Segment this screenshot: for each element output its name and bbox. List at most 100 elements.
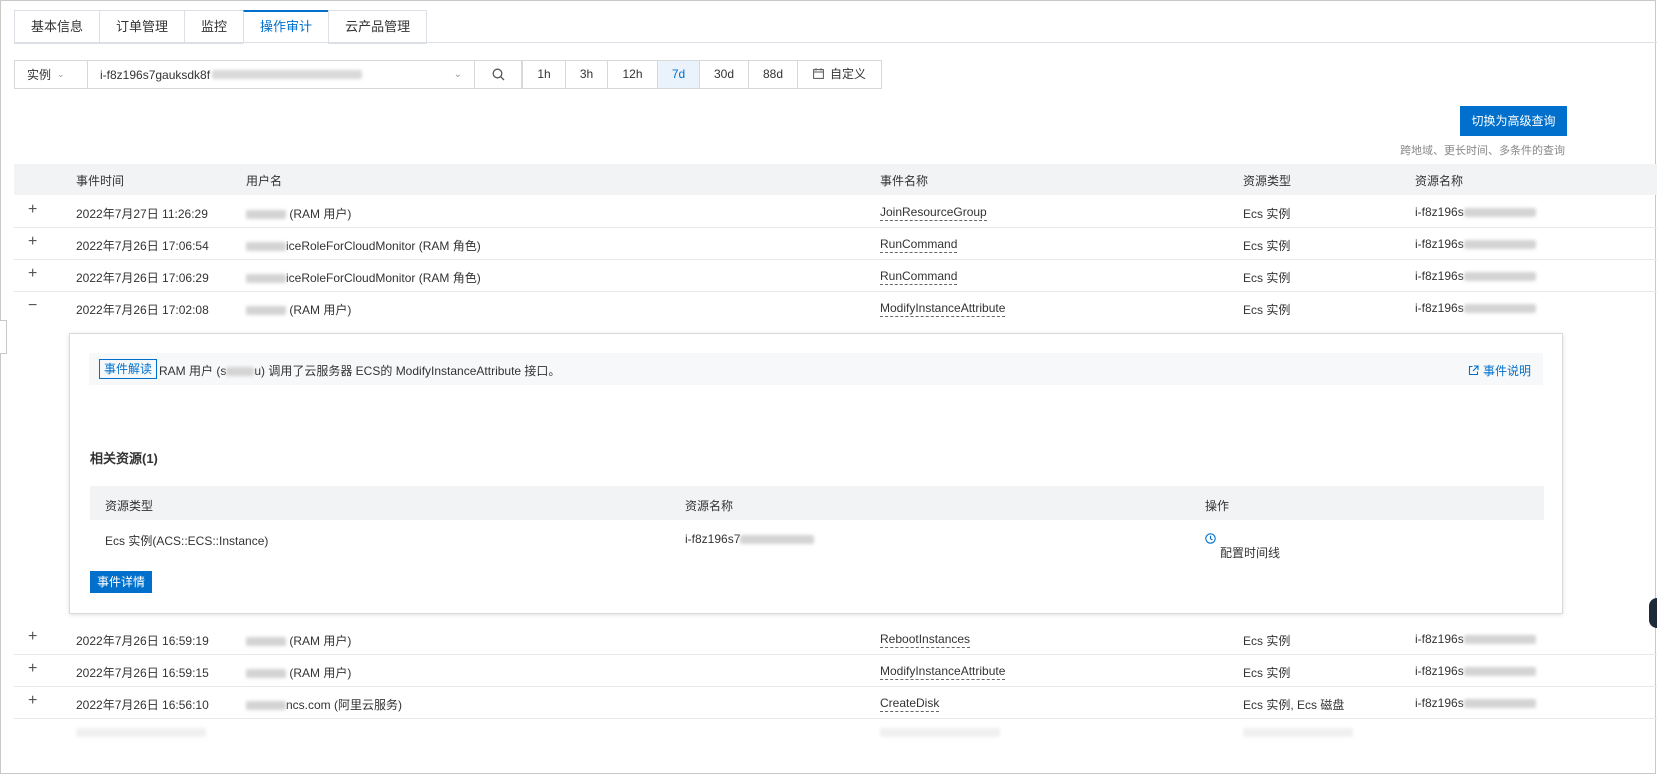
event-name-link[interactable]: ModifyInstanceAttribute	[880, 664, 1006, 680]
side-handle[interactable]	[0, 320, 7, 354]
event-name-link[interactable]: RunCommand	[880, 237, 958, 253]
advanced-query-hint: 跨地域、更长时间、多条件的查询	[1400, 145, 1565, 157]
event-explain-label: 事件说明	[1482, 364, 1531, 378]
expand-icon[interactable]: +	[28, 692, 37, 710]
tab-cloud-product-management[interactable]: 云产品管理	[328, 10, 428, 44]
resource-name: i-f8z196s	[1415, 632, 1464, 646]
username-cell: ncs.com (阿里云服务)	[246, 696, 402, 713]
related-resources-header: 资源类型 资源名称 操作	[90, 486, 1544, 520]
resource-name: i-f8z196s	[1415, 696, 1464, 710]
range-88d[interactable]: 88d	[748, 60, 797, 89]
event-explain-link[interactable]: 事件说明	[1468, 362, 1531, 379]
search-button[interactable]	[475, 60, 522, 89]
event-time: 2022年7月26日 16:59:15	[76, 666, 209, 680]
expand-icon[interactable]: +	[28, 628, 37, 646]
tab-operation-audit[interactable]: 操作审计	[243, 10, 329, 44]
table-row[interactable]: + 2022年7月26日 17:06:54 iceRoleForCloudMon…	[14, 228, 1657, 260]
resource-name-cell: i-f8z196s	[1415, 205, 1536, 219]
tab-order-management[interactable]: 订单管理	[99, 10, 185, 44]
redacted-text	[246, 242, 286, 252]
resource-type: Ecs 实例	[1243, 271, 1291, 285]
search-bar: 实例 ⌄ i-f8z196s7gauksdk8f ⌄	[14, 60, 522, 89]
collapse-icon[interactable]: −	[28, 297, 37, 315]
username-cell: (RAM 用户)	[246, 632, 351, 649]
redacted-text	[246, 306, 286, 316]
expand-icon[interactable]: +	[28, 660, 37, 678]
event-name-link[interactable]: RunCommand	[880, 269, 958, 285]
resource-name: i-f8z196s	[1415, 205, 1464, 219]
config-timeline-link[interactable]: 配置时间线	[1205, 532, 1280, 560]
range-custom[interactable]: 自定义	[797, 60, 882, 89]
related-resource-type: Ecs 实例(ACS::ECS::Instance)	[105, 534, 269, 548]
table-row-partial	[14, 719, 1657, 739]
related-resource-row: Ecs 实例(ACS::ECS::Instance) i-f8z196s7 配置…	[90, 520, 1544, 560]
table-row[interactable]: + 2022年7月27日 11:26:29 (RAM 用户) JoinResou…	[14, 196, 1657, 228]
resource-name: i-f8z196s	[1415, 269, 1464, 283]
event-detail-panel: 事件解读 RAM 用户 (s u) 调用了云服务器 ECS的 ModifyInst…	[69, 333, 1563, 614]
instance-select[interactable]: i-f8z196s7gauksdk8f ⌄	[88, 60, 475, 89]
advanced-query-button[interactable]: 切换为高级查询	[1460, 106, 1567, 136]
header-event-time: 事件时间	[76, 174, 125, 188]
tab-monitoring[interactable]: 监控	[184, 10, 244, 44]
expand-icon[interactable]: +	[28, 233, 37, 251]
redacted-text	[212, 70, 363, 79]
redacted-text	[1463, 304, 1536, 314]
username-cell: iceRoleForCloudMonitor (RAM 角色)	[246, 269, 481, 286]
redacted-text	[246, 669, 286, 679]
resource-type-select[interactable]: 实例 ⌄	[14, 60, 88, 89]
related-header-type: 资源类型	[105, 499, 154, 513]
resource-name-cell: i-f8z196s	[1415, 269, 1536, 283]
search-icon	[492, 68, 504, 81]
tab-basic-info[interactable]: 基本信息	[14, 10, 100, 44]
interp-suffix: u) 调用了云服务器 ECS的 ModifyInstanceAttribute …	[254, 364, 561, 378]
expand-icon[interactable]: +	[28, 201, 37, 219]
related-resource-name: i-f8z196s7	[685, 532, 741, 546]
tab-bar: 基本信息 订单管理 监控 操作审计 云产品管理	[14, 10, 428, 44]
event-detail-button[interactable]: 事件详情	[90, 571, 152, 593]
event-name-link[interactable]: JoinResourceGroup	[880, 205, 987, 221]
resource-name-cell: i-f8z196s	[1415, 664, 1536, 678]
resource-type: Ecs 实例	[1243, 634, 1291, 648]
event-name-link[interactable]: ModifyInstanceAttribute	[880, 301, 1006, 317]
resource-type: Ecs 实例	[1243, 207, 1291, 221]
table-row-expanded[interactable]: − 2022年7月26日 17:02:08 (RAM 用户) ModifyIns…	[14, 292, 1657, 323]
table-row[interactable]: + 2022年7月26日 16:59:19 (RAM 用户) RebootIns…	[14, 623, 1657, 655]
header-resource-type: 资源类型	[1243, 174, 1292, 188]
table-header: 事件时间 用户名 事件名称 资源类型 资源名称	[14, 164, 1657, 195]
event-time: 2022年7月26日 17:06:29	[76, 271, 209, 285]
range-30d[interactable]: 30d	[699, 60, 748, 89]
range-7d[interactable]: 7d	[657, 60, 699, 89]
range-3h[interactable]: 3h	[565, 60, 607, 89]
calendar-icon	[813, 68, 824, 79]
username-cell: (RAM 用户)	[246, 301, 351, 318]
resource-name-cell: i-f8z196s	[1415, 301, 1536, 315]
instance-value: i-f8z196s7gauksdk8f	[100, 67, 211, 82]
username-cell: (RAM 用户)	[246, 205, 351, 222]
table-row[interactable]: + 2022年7月26日 17:06:29 iceRoleForCloudMon…	[14, 260, 1657, 292]
redacted-text	[246, 210, 286, 220]
range-12h[interactable]: 12h	[607, 60, 657, 89]
expand-icon[interactable]: +	[28, 265, 37, 283]
resource-type: Ecs 实例, Ecs 磁盘	[1243, 698, 1345, 712]
event-interpretation-tag: 事件解读	[99, 359, 158, 379]
event-name-link[interactable]: RebootInstances	[880, 632, 971, 648]
header-resource-name: 资源名称	[1415, 174, 1464, 188]
related-header-name: 资源名称	[685, 499, 734, 513]
resource-name-cell: i-f8z196s	[1415, 237, 1536, 251]
redacted-text	[740, 535, 815, 545]
config-timeline-label: 配置时间线	[1220, 546, 1281, 560]
event-name-link[interactable]: CreateDisk	[880, 696, 940, 712]
clipped-text	[880, 728, 1000, 737]
table-row[interactable]: + 2022年7月26日 16:59:15 (RAM 用户) ModifyIns…	[14, 655, 1657, 687]
tab-divider	[14, 42, 1657, 43]
resource-name: i-f8z196s	[1415, 301, 1464, 315]
table-row[interactable]: + 2022年7月26日 16:56:10 ncs.com (阿里云服务) Cr…	[14, 687, 1657, 719]
resource-name-cell: i-f8z196s	[1415, 696, 1536, 710]
chevron-down-icon: ⌄	[57, 69, 65, 79]
interp-prefix: RAM 用户 (s	[159, 364, 227, 378]
range-1h[interactable]: 1h	[522, 60, 565, 89]
resource-type-label: 实例	[27, 68, 52, 82]
event-time: 2022年7月26日 16:56:10	[76, 698, 209, 712]
redacted-text	[246, 637, 286, 647]
resource-name: i-f8z196s	[1415, 237, 1464, 251]
